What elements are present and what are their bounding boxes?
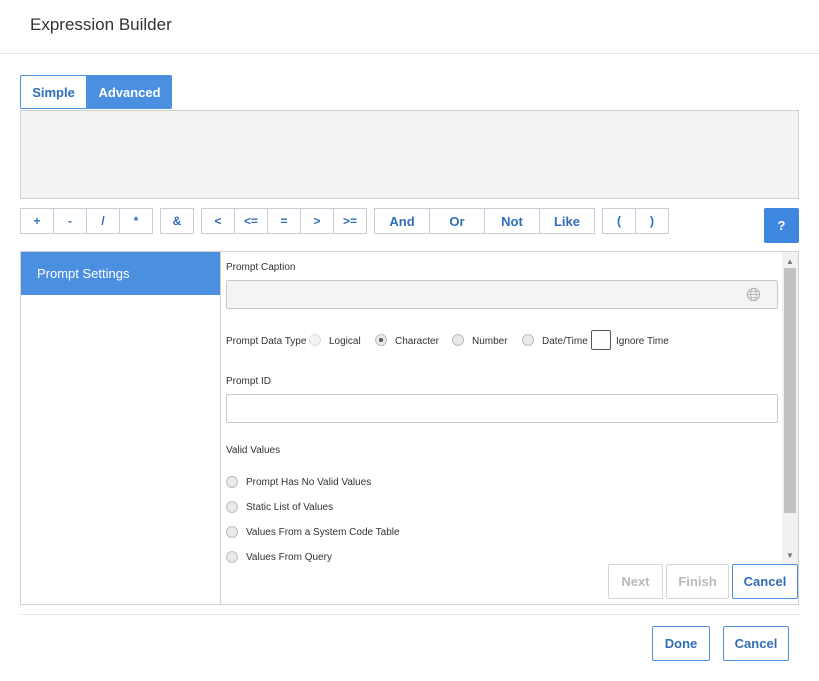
close-paren-button[interactable]: ) (635, 208, 669, 234)
less-than-button[interactable]: < (201, 208, 235, 234)
multiply-button[interactable]: * (119, 208, 153, 234)
equals-button[interactable]: = (267, 208, 301, 234)
footer-divider (20, 614, 799, 615)
greater-equal-button[interactable]: >= (333, 208, 367, 234)
help-button[interactable]: ? (764, 208, 799, 243)
data-type-number-radio[interactable] (452, 334, 464, 346)
prompt-id-field[interactable] (226, 394, 778, 423)
tab-advanced[interactable]: Advanced (87, 75, 172, 109)
like-button[interactable]: Like (539, 208, 595, 234)
open-paren-button[interactable]: ( (602, 208, 636, 234)
not-button[interactable]: Not (484, 208, 540, 234)
settings-sidebar: Prompt Settings (21, 252, 221, 604)
valid-values-codetable-label: Values From a System Code Table (246, 527, 400, 538)
scroll-up-arrow-icon[interactable]: ▲ (782, 254, 798, 268)
mode-tabs: Simple Advanced (20, 75, 172, 109)
dialog-title: Expression Builder (30, 15, 172, 34)
data-type-logical-radio[interactable] (309, 334, 321, 346)
and-button[interactable]: And (374, 208, 430, 234)
valid-values-codetable-radio[interactable] (226, 526, 238, 538)
finish-button[interactable]: Finish (666, 564, 729, 599)
less-equal-button[interactable]: <= (234, 208, 268, 234)
scroll-thumb[interactable] (784, 268, 796, 513)
valid-values-none-label: Prompt Has No Valid Values (246, 477, 372, 488)
dialog-header: Expression Builder (0, 0, 819, 54)
valid-values-label: Valid Values (226, 445, 281, 456)
done-button[interactable]: Done (652, 626, 710, 661)
valid-values-static-label: Static List of Values (246, 502, 334, 513)
valid-values-none-radio[interactable] (226, 476, 238, 488)
data-type-number-label: Number (472, 336, 508, 347)
valid-values-query-label: Values From Query (246, 552, 332, 563)
data-type-datetime-label: Date/Time (542, 336, 588, 347)
prompt-data-type-label: Prompt Data Type (226, 336, 307, 347)
ignore-time-label: Ignore Time (616, 336, 669, 347)
data-type-datetime-radio[interactable] (522, 334, 534, 346)
valid-values-query-radio[interactable] (226, 551, 238, 563)
plus-button[interactable]: + (20, 208, 54, 234)
data-type-character-label: Character (395, 336, 439, 347)
sidebar-item-prompt-settings[interactable]: Prompt Settings (21, 252, 220, 295)
content-scrollbar[interactable]: ▲ ▼ (782, 252, 798, 564)
minus-button[interactable]: - (53, 208, 87, 234)
concat-button[interactable]: & (160, 208, 194, 234)
next-button[interactable]: Next (608, 564, 663, 599)
prompt-caption-field[interactable] (226, 280, 778, 309)
cancel-button[interactable]: Cancel (723, 626, 789, 661)
prompt-caption-label: Prompt Caption (226, 262, 296, 273)
ignore-time-checkbox[interactable] (591, 330, 611, 350)
scroll-down-arrow-icon[interactable]: ▼ (782, 548, 798, 562)
wizard-cancel-button[interactable]: Cancel (732, 564, 798, 599)
valid-values-static-radio[interactable] (226, 501, 238, 513)
data-type-logical-label: Logical (329, 336, 361, 347)
prompt-settings-form: Prompt Caption Prompt Data Type Logical … (222, 252, 782, 604)
settings-panel: Prompt Settings Prompt Caption Prompt Da… (20, 251, 799, 605)
prompt-id-label: Prompt ID (226, 376, 272, 387)
expression-editor[interactable] (20, 110, 799, 199)
globe-icon[interactable] (746, 287, 761, 302)
or-button[interactable]: Or (429, 208, 485, 234)
divide-button[interactable]: / (86, 208, 120, 234)
data-type-character-radio[interactable] (375, 334, 387, 346)
greater-than-button[interactable]: > (300, 208, 334, 234)
tab-simple[interactable]: Simple (20, 75, 87, 109)
